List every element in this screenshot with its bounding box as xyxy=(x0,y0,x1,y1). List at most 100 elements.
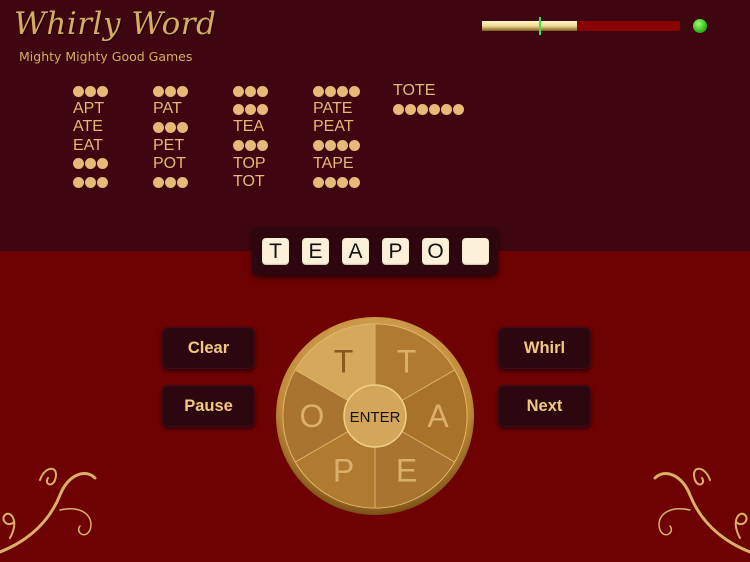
hidden-word xyxy=(233,82,268,100)
wheel-letter[interactable]: A xyxy=(427,398,449,434)
found-word: PET xyxy=(153,136,185,154)
letter-dot xyxy=(313,140,324,152)
wheel-letter[interactable]: O xyxy=(300,398,325,434)
hidden-word xyxy=(153,82,188,100)
hidden-word xyxy=(233,137,268,155)
hidden-word xyxy=(313,82,360,100)
word-column: APT ATE EAT xyxy=(73,82,108,191)
found-word: TOTE xyxy=(393,82,436,99)
letter-dot xyxy=(85,158,96,170)
letter-dot xyxy=(73,158,84,170)
letter-tile[interactable] xyxy=(462,237,489,265)
letter-dot xyxy=(337,85,348,97)
hidden-word xyxy=(313,137,360,155)
letter-dot xyxy=(245,140,256,152)
hidden-word xyxy=(73,155,108,173)
letter-dot xyxy=(325,85,336,97)
letter-dot xyxy=(441,103,452,115)
letter-dot xyxy=(153,121,164,133)
letter-dot xyxy=(73,85,84,97)
hidden-word xyxy=(313,173,360,191)
wheel-letter[interactable]: E xyxy=(396,453,417,489)
letter-dot xyxy=(429,103,440,115)
letter-dot xyxy=(233,103,244,115)
letter-wheel: TAEPOT ENTER xyxy=(276,317,474,515)
letter-dot xyxy=(177,121,188,133)
letter-dot xyxy=(233,140,244,152)
letter-dot xyxy=(325,140,336,152)
ornament-bottom-left xyxy=(0,467,97,554)
found-word: APT xyxy=(73,100,105,118)
found-word: TEA xyxy=(233,118,265,136)
letter-dot xyxy=(233,85,244,97)
enter-label: ENTER xyxy=(350,409,401,426)
status-light-icon xyxy=(693,19,707,33)
letter-tile[interactable]: E xyxy=(302,237,329,265)
word-column: PAT PET POT xyxy=(153,82,188,191)
letter-dot xyxy=(405,103,416,115)
letter-dot xyxy=(245,85,256,97)
found-word: TOP xyxy=(233,154,266,172)
letter-dot xyxy=(393,103,404,115)
letter-tile[interactable]: P xyxy=(382,237,409,265)
game-subtitle: Mighty Mighty Good Games xyxy=(19,49,193,64)
word-column: PATE PEAT TAPE xyxy=(313,82,360,191)
letter-dot xyxy=(257,85,268,97)
letter-dot xyxy=(85,176,96,188)
timer-fill xyxy=(482,21,578,31)
found-word: TAPE xyxy=(313,154,354,172)
letter-dot xyxy=(337,176,348,188)
letter-tile[interactable]: T xyxy=(262,237,289,265)
letter-dot xyxy=(313,176,324,188)
whirl-button[interactable]: Whirl xyxy=(498,327,591,369)
clear-button[interactable]: Clear xyxy=(162,327,255,369)
pause-button[interactable]: Pause xyxy=(162,385,255,427)
enter-button[interactable]: ENTER xyxy=(343,384,407,448)
letter-dot xyxy=(417,103,428,115)
letter-dot xyxy=(153,176,164,188)
found-word: ATE xyxy=(73,118,103,136)
letter-dot xyxy=(257,103,268,115)
timer-bar xyxy=(482,17,680,35)
game-title: Whirly Word xyxy=(14,6,217,42)
letter-tile[interactable]: A xyxy=(342,237,369,265)
timer-marker xyxy=(539,17,542,35)
letter-dot xyxy=(349,85,360,97)
word-column: TEA TOP TOT xyxy=(233,82,268,191)
letter-dot xyxy=(73,176,84,188)
hidden-word xyxy=(73,82,108,100)
letter-dot xyxy=(325,176,336,188)
letter-dot xyxy=(85,85,96,97)
letter-dot xyxy=(97,158,108,170)
letter-dot xyxy=(97,176,108,188)
letter-dot xyxy=(349,140,360,152)
letter-dot xyxy=(177,85,188,97)
hidden-word xyxy=(153,173,188,191)
hidden-word xyxy=(233,100,268,118)
wheel-letter[interactable]: T xyxy=(397,343,417,379)
found-word: EAT xyxy=(73,136,103,154)
found-word: POT xyxy=(153,154,186,172)
found-word: PAT xyxy=(153,100,182,118)
letter-dot xyxy=(453,103,464,115)
letter-dot xyxy=(257,140,268,152)
letter-dot xyxy=(165,176,176,188)
hidden-word xyxy=(153,118,188,136)
wheel-letter[interactable]: P xyxy=(333,453,354,489)
hidden-word xyxy=(73,173,108,191)
found-word: PATE xyxy=(313,100,353,118)
letter-dot xyxy=(337,140,348,152)
current-word-tray: TEAPO xyxy=(252,227,498,275)
ornament-bottom-right xyxy=(653,467,750,554)
next-button[interactable]: Next xyxy=(498,385,591,427)
letter-tile[interactable]: O xyxy=(422,237,449,265)
letter-dot xyxy=(165,85,176,97)
letter-dot xyxy=(97,85,108,97)
wheel-letter[interactable]: T xyxy=(334,343,354,379)
found-word: PEAT xyxy=(313,118,354,136)
letter-dot xyxy=(349,176,360,188)
letter-dot xyxy=(165,121,176,133)
letter-dot xyxy=(177,176,188,188)
letter-dot xyxy=(313,85,324,97)
letter-dot xyxy=(153,85,164,97)
